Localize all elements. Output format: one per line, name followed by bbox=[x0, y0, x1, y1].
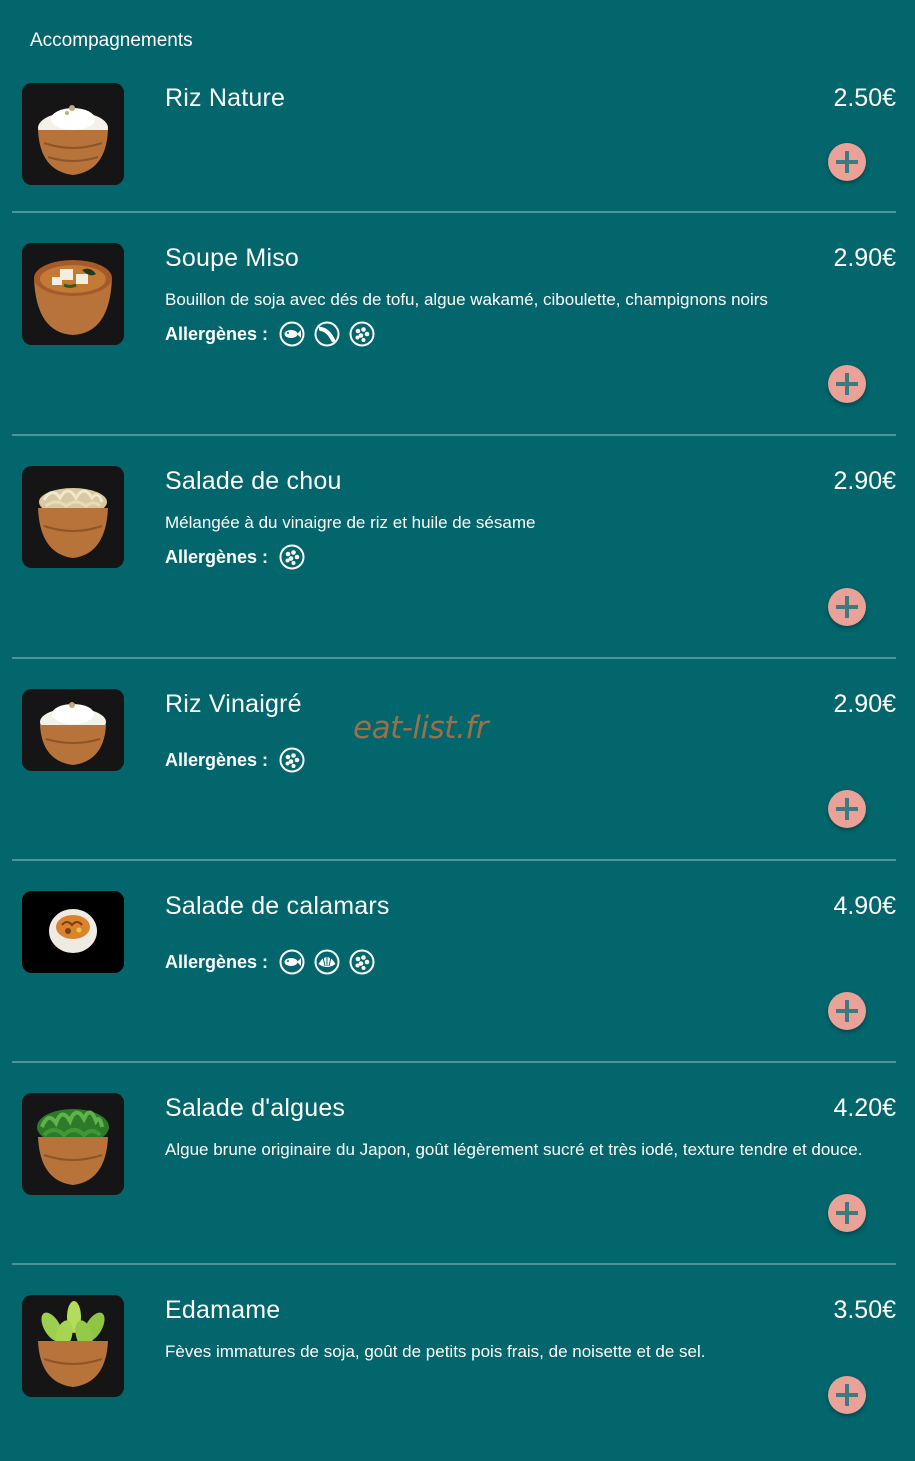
item-name: Riz Nature bbox=[165, 84, 286, 112]
soy-icon bbox=[349, 321, 375, 347]
dish-image-cabbage-salad bbox=[22, 466, 124, 568]
watermark: eat-list.fr bbox=[353, 710, 488, 746]
divider bbox=[12, 434, 896, 436]
plus-icon bbox=[836, 373, 858, 395]
plus-icon bbox=[836, 596, 858, 618]
menu-item-salade-de-calamars: Salade de calamars 4.90€ Allergènes : bbox=[12, 891, 896, 1063]
plus-icon bbox=[836, 1000, 858, 1022]
allergens-label: Allergènes : bbox=[165, 749, 269, 770]
shellfish-icon bbox=[314, 949, 340, 975]
dish-image-miso-soup bbox=[22, 243, 124, 345]
soy-icon bbox=[279, 544, 305, 570]
item-price: 3.50€ bbox=[833, 1296, 896, 1324]
item-description: Bouillon de soja avec dés de tofu, algue… bbox=[165, 290, 768, 309]
crustacean-icon bbox=[314, 321, 340, 347]
allergens-row: Allergènes : bbox=[165, 745, 305, 775]
menu-item-edamame: Edamame 3.50€ Fèves immatures de soja, g… bbox=[12, 1295, 896, 1435]
dish-image-calamari-salad bbox=[22, 891, 124, 973]
allergens-label: Allergènes : bbox=[165, 951, 269, 972]
allergens-row: Allergènes : bbox=[165, 947, 375, 977]
item-name: Salade de chou bbox=[165, 467, 342, 495]
item-name: Salade d'algues bbox=[165, 1094, 346, 1122]
item-price: 2.90€ bbox=[833, 467, 896, 495]
divider bbox=[12, 211, 896, 213]
fish-icon bbox=[279, 949, 305, 975]
divider bbox=[12, 859, 896, 861]
menu-item-soupe-miso: Soupe Miso 2.90€ Bouillon de soja avec d… bbox=[12, 243, 896, 436]
menu-item-salade-de-chou: Salade de chou 2.90€ Mélangée à du vinai… bbox=[12, 466, 896, 659]
item-name: Salade de calamars bbox=[165, 892, 390, 920]
add-to-cart-button[interactable] bbox=[828, 992, 866, 1030]
dish-image-rice-bowl bbox=[22, 83, 124, 185]
item-name: Edamame bbox=[165, 1296, 281, 1324]
item-name: Riz Vinaigré bbox=[165, 690, 302, 718]
allergens-label: Allergènes : bbox=[165, 323, 269, 344]
item-description: Fèves immatures de soja, goût de petits … bbox=[165, 1342, 706, 1361]
item-description: Algue brune originaire du Japon, goût lé… bbox=[165, 1140, 863, 1159]
divider bbox=[12, 1061, 896, 1063]
allergens-label: Allergènes : bbox=[165, 546, 269, 567]
allergens-row: Allergènes : bbox=[165, 319, 375, 349]
add-to-cart-button[interactable] bbox=[828, 1376, 866, 1414]
section-title: Accompagnements bbox=[30, 30, 193, 51]
dish-image-edamame bbox=[22, 1295, 124, 1397]
plus-icon bbox=[836, 151, 858, 173]
item-price: 2.50€ bbox=[833, 84, 896, 112]
fish-icon bbox=[279, 321, 305, 347]
soy-icon bbox=[279, 747, 305, 773]
item-price: 4.90€ bbox=[833, 892, 896, 920]
item-price: 2.90€ bbox=[833, 690, 896, 718]
allergens-row: Allergènes : bbox=[165, 542, 305, 572]
item-name: Soupe Miso bbox=[165, 244, 300, 272]
add-to-cart-button[interactable] bbox=[828, 143, 866, 181]
item-description: Mélangée à du vinaigre de riz et huile d… bbox=[165, 513, 536, 532]
item-price: 4.20€ bbox=[833, 1094, 896, 1122]
menu-item-riz-nature: Riz Nature 2.50€ bbox=[12, 83, 896, 213]
add-to-cart-button[interactable] bbox=[828, 588, 866, 626]
plus-icon bbox=[836, 1384, 858, 1406]
divider bbox=[12, 657, 896, 659]
dish-image-rice-bowl bbox=[22, 689, 124, 771]
plus-icon bbox=[836, 798, 858, 820]
divider bbox=[12, 1263, 896, 1265]
add-to-cart-button[interactable] bbox=[828, 365, 866, 403]
menu-item-salade-d-algues: Salade d'algues 4.20€ Algue brune origin… bbox=[12, 1093, 896, 1265]
add-to-cart-button[interactable] bbox=[828, 790, 866, 828]
item-price: 2.90€ bbox=[833, 244, 896, 272]
dish-image-seaweed-salad bbox=[22, 1093, 124, 1195]
add-to-cart-button[interactable] bbox=[828, 1194, 866, 1232]
plus-icon bbox=[836, 1202, 858, 1224]
soy-icon bbox=[349, 949, 375, 975]
